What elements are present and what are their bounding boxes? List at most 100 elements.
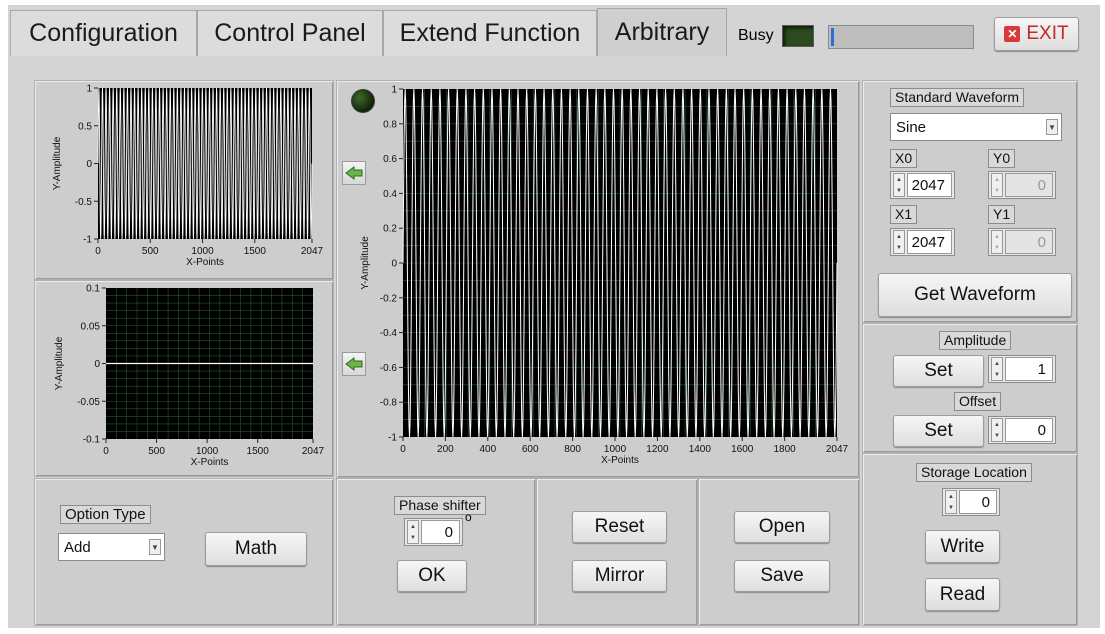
y-tick-label: 0 xyxy=(86,159,92,170)
x-tick-label: 2047 xyxy=(826,444,849,455)
x-tick-label: 1600 xyxy=(731,444,754,455)
tab-configuration[interactable]: Configuration xyxy=(10,10,197,56)
cursor-left-button-lower[interactable] xyxy=(342,352,366,376)
tab-arbitrary[interactable]: Arbitrary xyxy=(597,8,727,56)
y-tick-label: -1 xyxy=(388,433,397,444)
amplitude-input[interactable]: ▲ ▼ 1 xyxy=(988,355,1056,383)
tab-control-panel[interactable]: Control Panel xyxy=(197,10,383,56)
save-button[interactable]: Save xyxy=(734,560,830,592)
spinner-icon[interactable]: ▲ ▼ xyxy=(945,490,957,514)
busy-progress-fill xyxy=(831,28,834,46)
y0-input: ▲ ▼ 0 xyxy=(988,171,1056,199)
x-tick-label: 1500 xyxy=(244,246,267,257)
y-tick-label: -0.2 xyxy=(380,293,398,304)
y-axis-label: Y-Amplitude xyxy=(54,336,65,390)
waveform-line xyxy=(97,87,313,240)
y-tick-label: -0.8 xyxy=(380,398,398,409)
spinner-icon[interactable]: ▲ ▼ xyxy=(893,230,905,254)
x1-label: X1 xyxy=(890,205,918,224)
x-tick-label: 2047 xyxy=(301,246,324,257)
standard-waveform-label: Standard Waveform xyxy=(890,88,1024,107)
reset-button[interactable]: Reset xyxy=(572,511,667,543)
y-tick-label: -0.05 xyxy=(77,397,100,408)
degree-symbol: o xyxy=(465,510,472,524)
x-tick-label: 1000 xyxy=(196,446,219,457)
x-tick-label: 0 xyxy=(103,446,109,457)
storage-location-input[interactable]: ▲ ▼ 0 xyxy=(942,488,1000,516)
left-arrow-icon xyxy=(345,357,363,371)
x0-label: X0 xyxy=(890,149,918,168)
x-tick-label: 0 xyxy=(400,444,406,455)
y-tick-label: 0.4 xyxy=(383,189,397,200)
x-tick-label: 500 xyxy=(142,246,159,257)
x-tick-label: 500 xyxy=(148,446,165,457)
offset-set-button[interactable]: Set xyxy=(893,415,984,447)
spinner-icon[interactable]: ▲ ▼ xyxy=(991,357,1003,381)
left-arrow-icon xyxy=(345,166,363,180)
x-tick-label: 1000 xyxy=(191,246,214,257)
busy-progress-bar xyxy=(828,25,974,49)
y-tick-label: 0.8 xyxy=(383,119,397,130)
write-button[interactable]: Write xyxy=(925,530,1000,563)
x-tick-label: 2047 xyxy=(302,446,325,457)
busy-led-icon xyxy=(782,25,814,47)
open-button[interactable]: Open xyxy=(734,511,830,543)
y-tick-label: -0.5 xyxy=(75,197,93,208)
x1-input[interactable]: ▲ ▼ 2047 xyxy=(890,228,955,256)
chevron-down-icon: ▼ xyxy=(1046,119,1058,135)
math-button[interactable]: Math xyxy=(205,532,307,566)
open-save-panel xyxy=(698,478,860,626)
x0-value: 2047 xyxy=(907,173,952,197)
y0-value: 0 xyxy=(1005,173,1053,197)
offset-value: 0 xyxy=(1005,418,1053,442)
amplitude-set-button[interactable]: Set xyxy=(893,355,984,387)
option-type-label: Option Type xyxy=(60,505,151,524)
standard-waveform-select[interactable]: Sine ▼ xyxy=(890,113,1062,141)
x-tick-label: 1500 xyxy=(247,446,270,457)
y-axis-label: Y-Amplitude xyxy=(52,136,63,190)
chevron-down-icon: ▼ xyxy=(149,539,161,555)
offset-input[interactable]: ▲ ▼ 0 xyxy=(988,416,1056,444)
reset-mirror-panel xyxy=(536,478,698,626)
y1-input: ▲ ▼ 0 xyxy=(988,228,1056,256)
read-button[interactable]: Read xyxy=(925,578,1000,611)
y-tick-label: 0.6 xyxy=(383,154,397,165)
y-tick-label: -1 xyxy=(83,235,92,246)
main-waveform-plot[interactable]: 10.80.60.40.20-0.2-0.4-0.6-0.8-10 200 400 6… xyxy=(336,80,860,478)
waveform-select-value: Sine xyxy=(896,118,927,136)
x1-value: 2047 xyxy=(907,230,952,254)
amplitude-value: 1 xyxy=(1005,357,1053,381)
ok-button[interactable]: OK xyxy=(397,560,467,592)
y-tick-label: 0 xyxy=(391,259,397,270)
tab-extend-function[interactable]: Extend Function xyxy=(383,10,597,56)
spinner-icon[interactable]: ▲ ▼ xyxy=(991,418,1003,442)
y1-label: Y1 xyxy=(988,205,1016,224)
storage-location-label: Storage Location xyxy=(916,463,1032,482)
phase-shifter-input[interactable]: ▲ ▼ 0 xyxy=(404,518,463,546)
phase-shifter-value: 0 xyxy=(421,520,460,544)
x-tick-label: 1800 xyxy=(774,444,797,455)
offset-label: Offset xyxy=(954,392,1002,411)
y-tick-label: -0.4 xyxy=(380,328,398,339)
busy-label: Busy xyxy=(738,27,774,44)
x0-input[interactable]: ▲ ▼ 2047 xyxy=(890,171,955,199)
exit-button[interactable]: ✕ EXIT xyxy=(994,17,1079,51)
x-tick-label: 200 xyxy=(437,444,454,455)
y1-value: 0 xyxy=(1005,230,1053,254)
option-type-select[interactable]: Add ▼ xyxy=(58,533,165,561)
close-x-icon: ✕ xyxy=(1004,26,1021,42)
top-waveform-plot: 10.50-0.5-10 500 1000 1500 2047X-PointsY-Amp… xyxy=(52,84,324,269)
x-tick-label: 0 xyxy=(95,246,101,257)
storage-location-value: 0 xyxy=(959,490,997,514)
mirror-button[interactable]: Mirror xyxy=(572,560,667,592)
x-tick-label: 1200 xyxy=(646,444,669,455)
exit-label: EXIT xyxy=(1026,23,1069,44)
spinner-icon[interactable]: ▲ ▼ xyxy=(407,520,419,544)
y-tick-label: 1 xyxy=(391,85,397,96)
spinner-icon[interactable]: ▲ ▼ xyxy=(893,173,905,197)
y-tick-label: -0.6 xyxy=(380,363,398,374)
get-waveform-button[interactable]: Get Waveform xyxy=(878,273,1072,317)
cursor-left-button-upper[interactable] xyxy=(342,161,366,185)
x-tick-label: 600 xyxy=(522,444,539,455)
x-axis-label: X-Points xyxy=(601,455,639,466)
